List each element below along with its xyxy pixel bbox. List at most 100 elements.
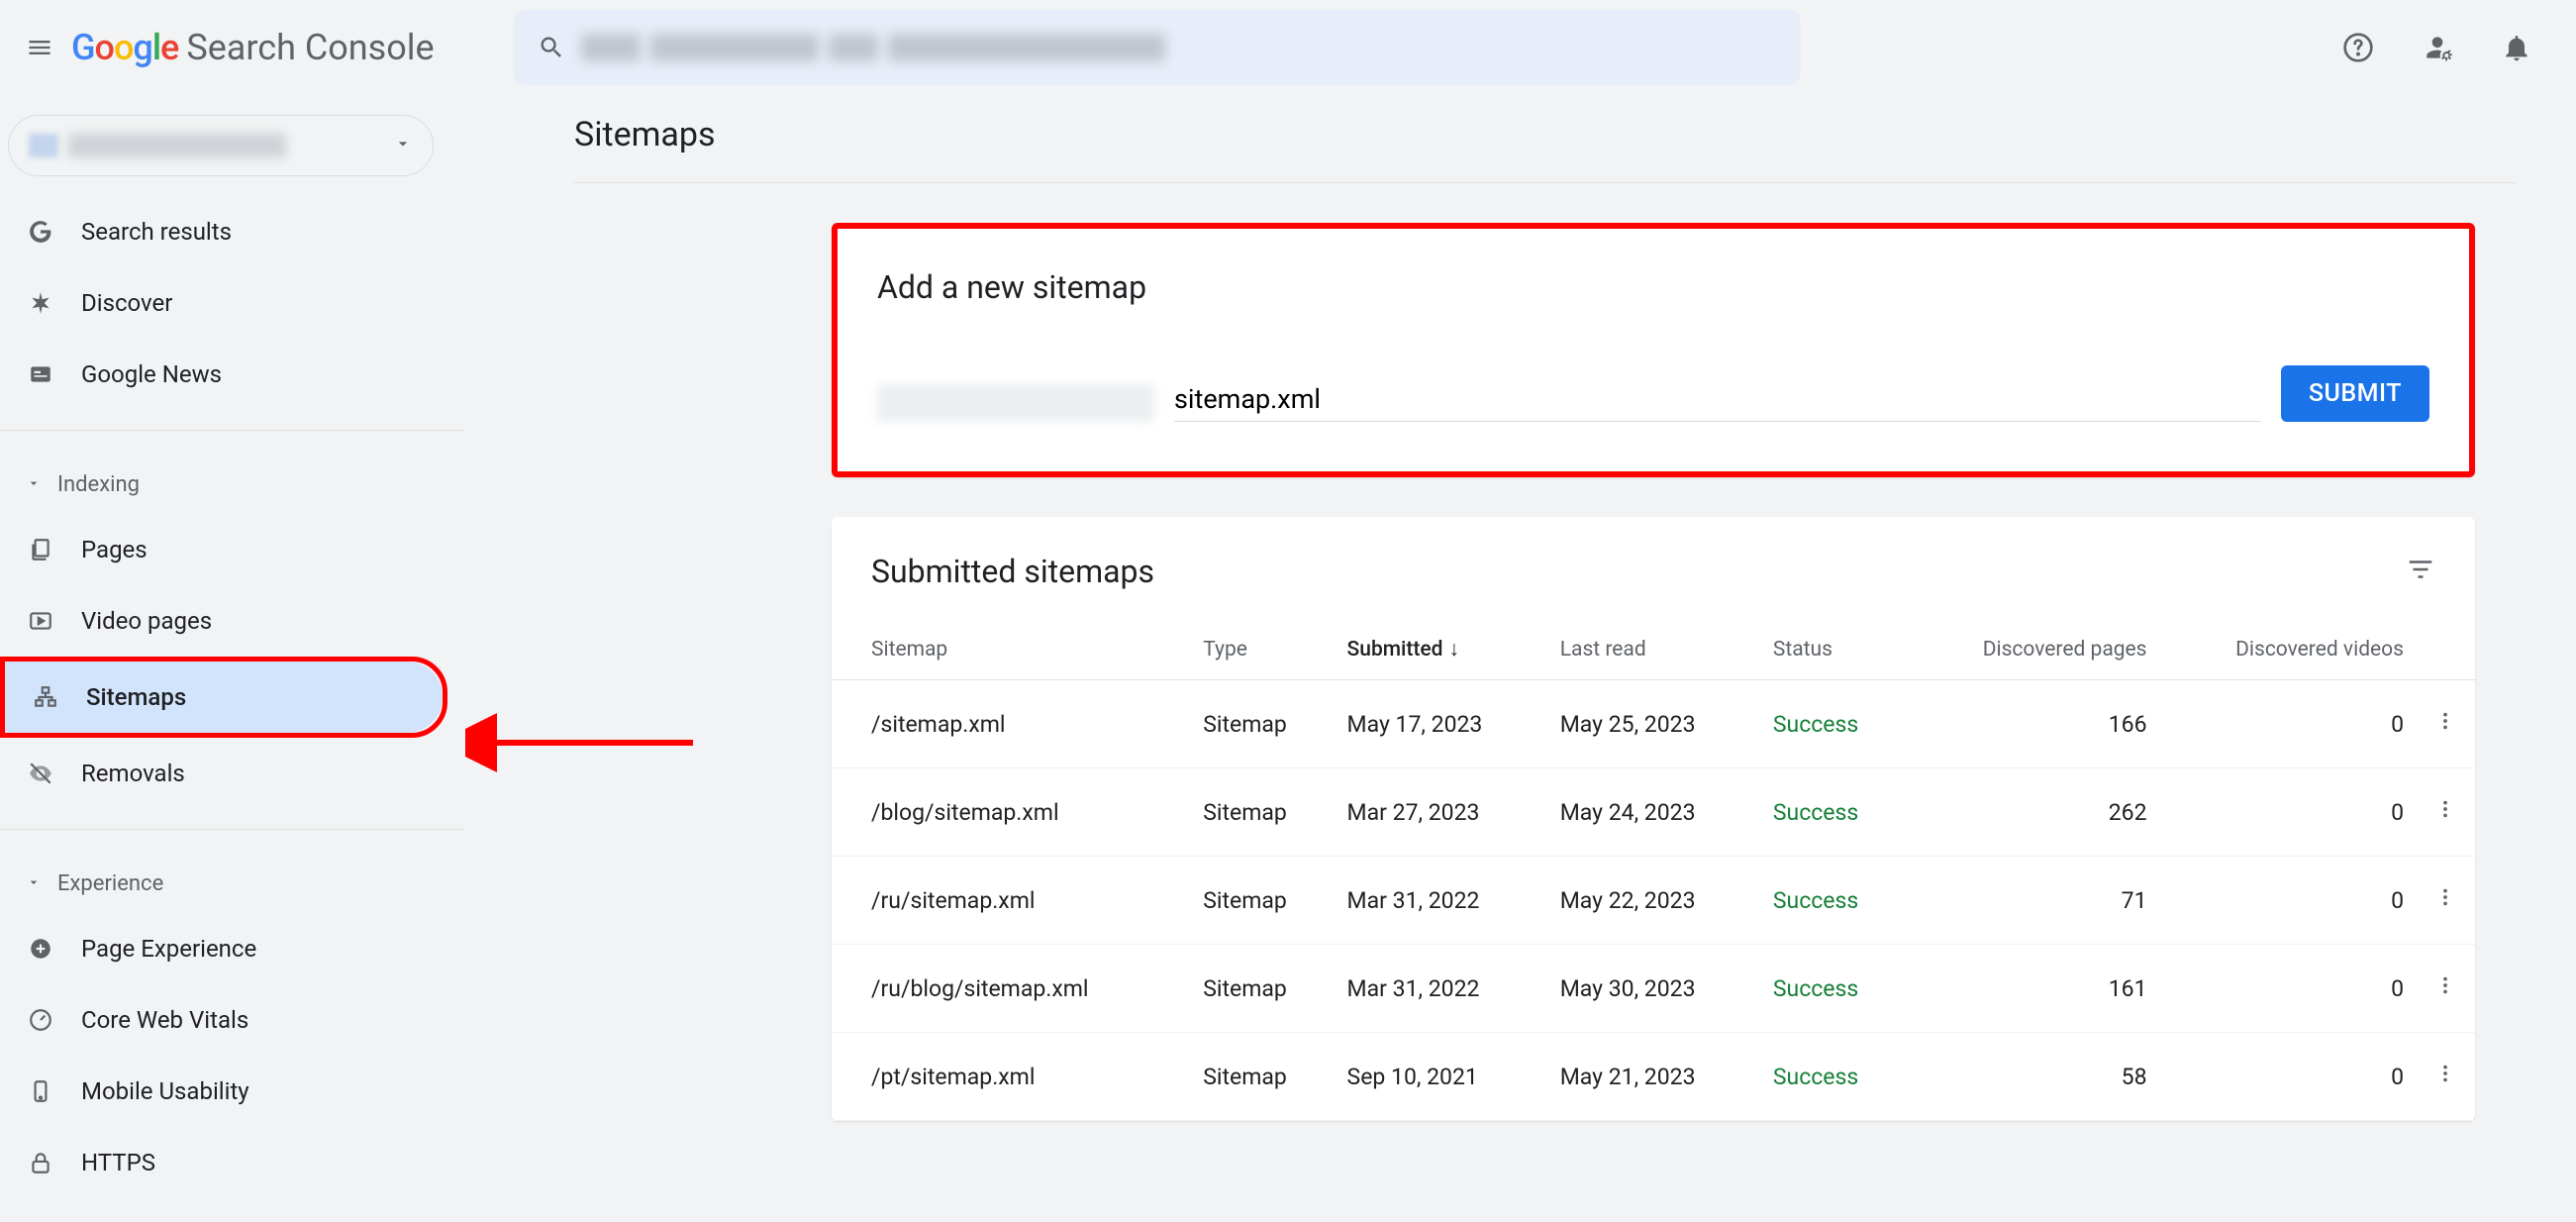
- sidebar-item-label: Page Experience: [81, 935, 256, 963]
- cell-last-read: May 30, 2023: [1548, 945, 1761, 1033]
- arrow-down-icon: ↓: [1448, 638, 1459, 662]
- cell-videos: 0: [2159, 768, 2416, 857]
- sitemap-icon: [31, 682, 60, 712]
- cell-submitted: May 17, 2023: [1336, 680, 1548, 768]
- cell-sitemap: /ru/sitemap.xml: [832, 857, 1191, 945]
- col-type[interactable]: Type: [1191, 620, 1335, 680]
- sidebar-item-video-pages[interactable]: Video pages: [0, 585, 447, 657]
- chevron-down-icon: [26, 871, 42, 896]
- cell-submitted: Mar 27, 2023: [1336, 768, 1548, 857]
- mobile-icon: [26, 1076, 55, 1106]
- sidebar-item-label: Search results: [81, 218, 232, 246]
- row-more-button[interactable]: [2416, 680, 2475, 768]
- sitemaps-table: Sitemap Type Submitted↓ Last read Status…: [832, 620, 2475, 1121]
- sidebar-item-mobile-usability[interactable]: Mobile Usability: [0, 1056, 447, 1127]
- sidebar-item-discover[interactable]: Discover: [0, 267, 447, 339]
- table-row[interactable]: /blog/sitemap.xmlSitemapMar 27, 2023May …: [832, 768, 2475, 857]
- submitted-sitemaps-title: Submitted sitemaps: [871, 553, 1154, 590]
- url-prefix-blur: [877, 384, 1154, 422]
- table-row[interactable]: /sitemap.xmlSitemapMay 17, 2023May 25, 2…: [832, 680, 2475, 768]
- users-settings-button[interactable]: [2418, 28, 2457, 67]
- cell-pages: 71: [1908, 857, 2159, 945]
- property-selector[interactable]: [8, 115, 434, 176]
- video-icon: [26, 606, 55, 636]
- table-row[interactable]: /ru/sitemap.xmlSitemapMar 31, 2022May 22…: [832, 857, 2475, 945]
- sidebar-section-indexing[interactable]: Indexing: [0, 455, 465, 514]
- google-g-icon: [26, 217, 55, 247]
- col-submitted[interactable]: Submitted↓: [1336, 620, 1548, 680]
- cell-status: Success: [1761, 857, 1908, 945]
- cell-submitted: Mar 31, 2022: [1336, 857, 1548, 945]
- cell-pages: 166: [1908, 680, 2159, 768]
- notifications-button[interactable]: [2497, 28, 2536, 67]
- cell-status: Success: [1761, 768, 1908, 857]
- cell-sitemap: /pt/sitemap.xml: [832, 1033, 1191, 1121]
- col-sitemap[interactable]: Sitemap: [832, 620, 1191, 680]
- cell-pages: 161: [1908, 945, 2159, 1033]
- cell-sitemap: /ru/blog/sitemap.xml: [832, 945, 1191, 1033]
- sidebar-item-page-experience[interactable]: Page Experience: [0, 913, 447, 984]
- cell-videos: 0: [2159, 945, 2416, 1033]
- sidebar-item-https[interactable]: HTTPS: [0, 1127, 447, 1198]
- search-icon: [538, 34, 565, 61]
- cell-status: Success: [1761, 680, 1908, 768]
- row-more-button[interactable]: [2416, 945, 2475, 1033]
- sidebar-item-search-results[interactable]: Search results: [0, 196, 447, 267]
- sidebar-item-label: Video pages: [81, 607, 212, 635]
- help-button[interactable]: [2338, 28, 2378, 67]
- google-logo: Google: [71, 27, 178, 68]
- cell-last-read: May 21, 2023: [1548, 1033, 1761, 1121]
- menu-button[interactable]: [16, 24, 63, 71]
- sidebar-item-label: Pages: [81, 536, 148, 563]
- cell-videos: 0: [2159, 857, 2416, 945]
- row-more-button[interactable]: [2416, 857, 2475, 945]
- sidebar-item-label: Core Web Vitals: [81, 1006, 248, 1034]
- add-sitemap-title: Add a new sitemap: [877, 268, 2429, 306]
- col-last-read[interactable]: Last read: [1548, 620, 1761, 680]
- filter-button[interactable]: [2406, 555, 2435, 588]
- sidebar-item-core-web-vitals[interactable]: Core Web Vitals: [0, 984, 447, 1056]
- speed-icon: [26, 1005, 55, 1035]
- col-discovered-videos[interactable]: Discovered videos: [2159, 620, 2416, 680]
- sidebar-item-google-news[interactable]: Google News: [0, 339, 447, 410]
- cell-type: Sitemap: [1191, 768, 1335, 857]
- col-status[interactable]: Status: [1761, 620, 1908, 680]
- header: Google Search Console: [0, 0, 2576, 95]
- cell-type: Sitemap: [1191, 857, 1335, 945]
- lock-icon: [26, 1148, 55, 1177]
- cell-last-read: May 22, 2023: [1548, 857, 1761, 945]
- eye-off-icon: [26, 759, 55, 788]
- main-content: Sitemaps Add a new sitemap SUBMIT Submit…: [465, 95, 2576, 1198]
- sidebar-section-experience[interactable]: Experience: [0, 854, 465, 913]
- cell-submitted: Mar 31, 2022: [1336, 945, 1548, 1033]
- add-sitemap-card: Add a new sitemap SUBMIT: [832, 223, 2475, 477]
- cell-sitemap: /blog/sitemap.xml: [832, 768, 1191, 857]
- cell-type: Sitemap: [1191, 1033, 1335, 1121]
- url-inspect-search[interactable]: [514, 10, 1801, 85]
- cell-pages: 262: [1908, 768, 2159, 857]
- row-more-button[interactable]: [2416, 768, 2475, 857]
- sidebar-item-pages[interactable]: Pages: [0, 514, 447, 585]
- asterisk-icon: [26, 288, 55, 318]
- row-more-button[interactable]: [2416, 1033, 2475, 1121]
- cell-type: Sitemap: [1191, 945, 1335, 1033]
- table-row[interactable]: /ru/blog/sitemap.xmlSitemapMar 31, 2022M…: [832, 945, 2475, 1033]
- sidebar-item-label: Google News: [81, 360, 222, 388]
- submit-button[interactable]: SUBMIT: [2281, 365, 2429, 422]
- submitted-sitemaps-card: Submitted sitemaps Sitemap Type Submitte…: [832, 517, 2475, 1121]
- sidebar-item-label: Mobile Usability: [81, 1077, 249, 1105]
- logo[interactable]: Google Search Console: [71, 27, 435, 68]
- page-title: Sitemaps: [574, 115, 2517, 183]
- pages-icon: [26, 535, 55, 564]
- sidebar-item-sitemaps[interactable]: Sitemaps: [5, 662, 443, 733]
- header-actions: [2338, 28, 2560, 67]
- sidebar-item-removals[interactable]: Removals: [0, 738, 447, 809]
- news-icon: [26, 359, 55, 389]
- table-row[interactable]: /pt/sitemap.xmlSitemapSep 10, 2021May 21…: [832, 1033, 2475, 1121]
- chevron-down-icon: [26, 472, 42, 497]
- sidebar-item-label: Discover: [81, 289, 172, 317]
- sitemap-url-input[interactable]: [1174, 379, 2261, 422]
- cell-videos: 0: [2159, 1033, 2416, 1121]
- col-discovered-pages[interactable]: Discovered pages: [1908, 620, 2159, 680]
- cell-type: Sitemap: [1191, 680, 1335, 768]
